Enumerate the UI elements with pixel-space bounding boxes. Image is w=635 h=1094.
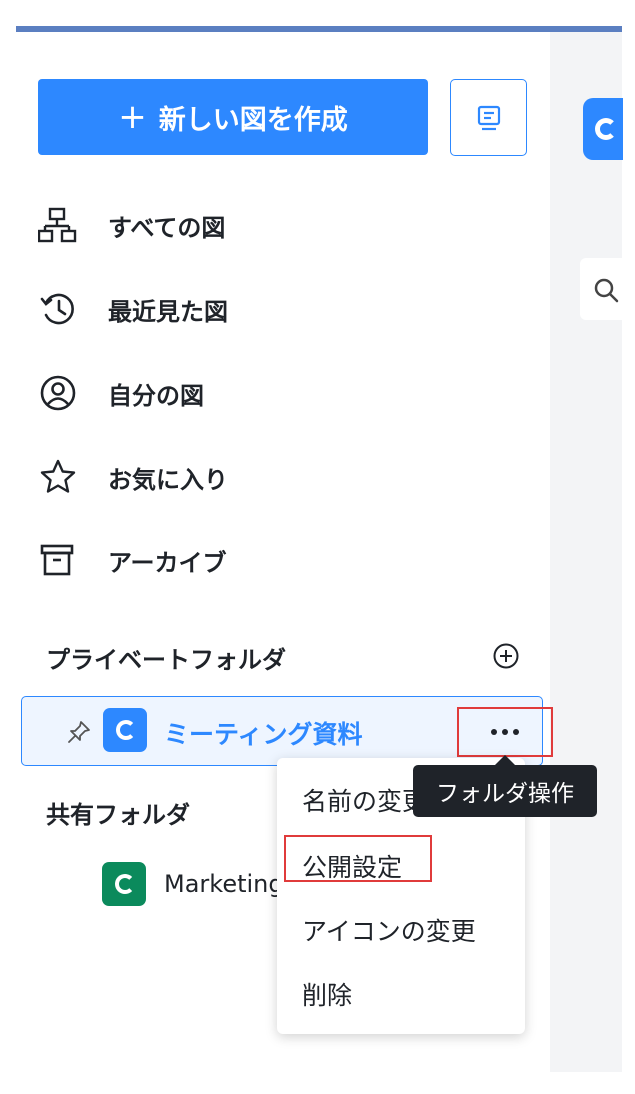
top-accent-bar	[16, 26, 622, 32]
history-icon	[38, 287, 82, 331]
shared-folders-title: 共有フォルダ	[46, 801, 190, 829]
nav-recent-label: 最近見た図	[108, 297, 228, 326]
nav-archive-label: アーカイブ	[108, 548, 227, 577]
pin-icon[interactable]	[66, 719, 92, 749]
star-icon	[38, 455, 82, 499]
app-logo	[583, 98, 623, 160]
search-box[interactable]	[580, 258, 622, 320]
folder-logo-icon	[103, 708, 147, 752]
search-icon	[594, 278, 619, 303]
user-circle-icon	[38, 371, 82, 415]
template-icon	[477, 105, 500, 130]
shared-folder-logo-icon	[102, 862, 146, 906]
private-folders-title: プライベートフォルダ	[46, 646, 286, 674]
create-diagram-label: 新しい図を作成	[158, 104, 348, 136]
highlight-box	[284, 835, 432, 882]
archive-icon	[38, 538, 82, 582]
nav-my-diagrams-label: 自分の図	[108, 381, 204, 410]
menu-item-change-icon[interactable]: アイコンの変更	[302, 912, 476, 948]
nav-archive[interactable]: アーカイブ	[38, 535, 227, 585]
nav-favorites[interactable]: お気に入り	[38, 452, 228, 502]
plus-icon: +	[118, 97, 147, 137]
nav-all-diagrams-label: すべての図	[108, 213, 226, 242]
plus-circle-icon	[493, 643, 519, 669]
template-button[interactable]	[450, 79, 527, 156]
create-diagram-button[interactable]: + 新しい図を作成	[38, 79, 428, 155]
diagram-tree-icon	[38, 203, 82, 247]
menu-item-rename[interactable]: 名前の変更	[302, 782, 427, 818]
private-folder-name: ミーティング資料	[164, 720, 363, 749]
main-content-panel	[550, 32, 622, 1072]
more-icon	[491, 729, 519, 735]
nav-my-diagrams[interactable]: 自分の図	[38, 368, 204, 418]
nav-all-diagrams[interactable]: すべての図	[38, 200, 225, 250]
menu-item-delete[interactable]: 削除	[302, 976, 352, 1012]
add-private-folder-button[interactable]	[491, 641, 521, 671]
shared-folder-name[interactable]: Marketing	[164, 870, 284, 898]
nav-favorites-label: お気に入り	[108, 465, 228, 494]
folder-more-button[interactable]	[457, 707, 553, 757]
tooltip-arrow	[495, 755, 515, 765]
nav-recent-diagrams[interactable]: 最近見た図	[38, 284, 228, 334]
folder-actions-tooltip: フォルダ操作	[413, 765, 597, 817]
